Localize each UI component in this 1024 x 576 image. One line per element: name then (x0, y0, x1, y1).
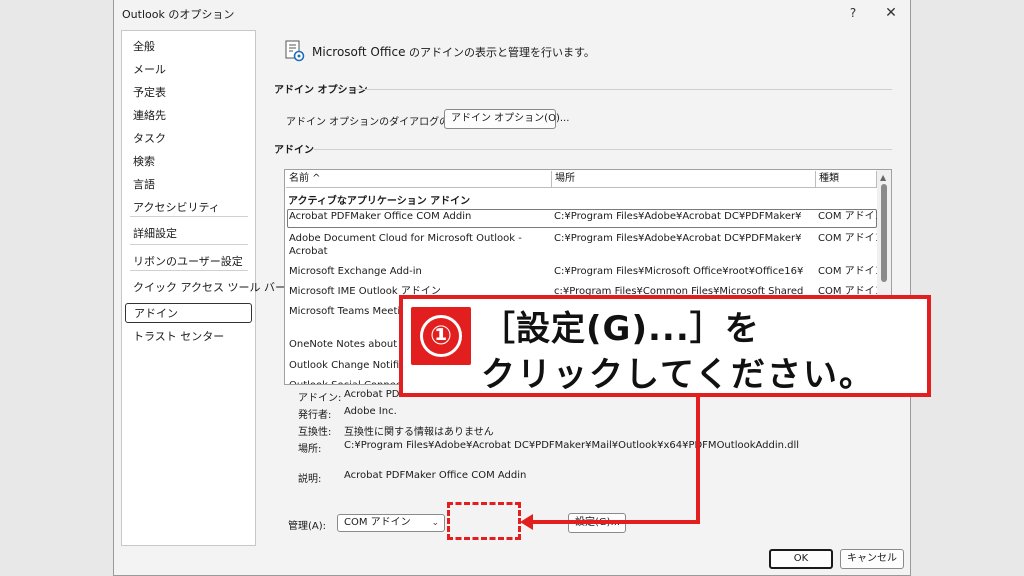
addin-location-cell: C:¥Program Files¥Adobe¥Acrobat DC¥PDFMak… (554, 211, 802, 222)
nav-item[interactable]: 予定表 (125, 83, 252, 103)
column-header-type[interactable]: 種類 (816, 171, 877, 188)
addin-options-section-title: アドイン オプション (274, 85, 368, 96)
detail-publisher-label: 発行者: (298, 410, 332, 421)
addin-type-cell: COM アドイン (818, 266, 878, 277)
header-prefix: Microsoft Office (312, 45, 406, 59)
addin-name-cell: Microsoft Exchange Add-in (289, 266, 422, 277)
nav-item[interactable]: タスク (125, 129, 252, 149)
window-title: Outlook のオプション (122, 8, 235, 21)
chevron-down-icon: ⌄ (431, 518, 439, 528)
callout-text-line1: ［設定(G)...］を (481, 309, 760, 349)
detail-addin-label: アドイン: (298, 393, 342, 404)
nav-item[interactable]: 検索 (125, 152, 252, 172)
manage-label: 管理(A): (288, 521, 327, 532)
options-dialog: Outlook のオプション ? ✕ 全般メール予定表連絡先タスク検索言語アクセ… (113, 0, 911, 576)
detail-description-label: 説明: (298, 474, 322, 485)
addins-panel: Microsoft Office のアドインの表示と管理を行います。 アドイン … (274, 30, 894, 550)
callout-arrow-vertical (696, 397, 700, 524)
scroll-up-icon[interactable]: ▲ (880, 173, 886, 182)
nav-item[interactable]: クイック アクセス ツール バー (125, 278, 286, 298)
scroll-thumb[interactable] (881, 184, 887, 282)
category-nav: 全般メール予定表連絡先タスク検索言語アクセシビリティ 詳細設定リボンのユーザー設定… (121, 30, 286, 546)
manage-select[interactable]: COM アドイン ⌄ (337, 514, 445, 532)
nav-item[interactable]: メール (125, 60, 252, 80)
nav-item[interactable]: 全般 (125, 37, 252, 57)
cancel-button[interactable]: キャンセル (840, 549, 904, 569)
ok-button[interactable]: OK (769, 549, 833, 569)
instruction-callout: ① ［設定(G)...］を クリックしてください。 (399, 295, 931, 397)
addin-type-cell: COM アドイン (818, 211, 878, 222)
addin-options-button[interactable]: アドイン オプション(O)... (444, 109, 569, 129)
detail-publisher-value: Adobe Inc. (344, 406, 397, 417)
addin-location-cell: C:¥Program Files¥Adobe¥Acrobat DC¥PDFMak… (554, 233, 802, 244)
addin-name-cell: Adobe Document Cloud for Microsoft Outlo… (289, 233, 522, 257)
nav-item[interactable]: 連絡先 (125, 106, 252, 126)
nav-item[interactable]: 詳細設定 (125, 224, 252, 244)
section-divider (314, 149, 892, 150)
callout-arrow-horizontal (530, 520, 700, 524)
detail-description-value: Acrobat PDFMaker Office COM Addin (344, 470, 527, 481)
nav-item[interactable]: トラスト センター (125, 327, 252, 347)
detail-location-value: C:¥Program Files¥Adobe¥Acrobat DC¥PDFMak… (344, 440, 800, 451)
addins-section-title: アドイン (274, 145, 314, 156)
help-button[interactable]: ? (842, 3, 864, 23)
addin-name-cell: Acrobat PDFMaker Office COM Addin (289, 211, 472, 222)
close-button[interactable]: ✕ (880, 3, 902, 23)
step-number: ① (420, 315, 462, 357)
nav-item[interactable]: アクセシビリティ (125, 198, 252, 218)
section-divider (356, 89, 892, 90)
addin-settings-icon (285, 40, 305, 62)
callout-text-line2: クリックしてください。 (481, 355, 875, 395)
column-header-location[interactable]: 場所 (552, 171, 816, 188)
callout-arrow-head-icon (520, 514, 533, 530)
addin-location-cell: C:¥Program Files¥Microsoft Office¥root¥O… (554, 266, 804, 277)
detail-compat-value: 互換性に関する情報はありません (344, 427, 494, 438)
detail-location-label: 場所: (298, 444, 322, 455)
highlight-settings-button-outline (447, 502, 521, 540)
header-suffix: のアドインの表示と管理を行います。 (405, 46, 595, 59)
page-header: Microsoft Office のアドインの表示と管理を行います。 (312, 44, 595, 60)
manage-select-value: COM アドイン (344, 517, 411, 528)
nav-item[interactable]: アドイン (125, 303, 252, 323)
step-badge: ① (411, 307, 471, 365)
detail-compat-label: 互換性: (298, 427, 332, 438)
title-bar: Outlook のオプション ? ✕ (114, 0, 910, 26)
addin-type-cell: COM アドイン (818, 233, 878, 244)
active-addins-group-header: アクティブなアプリケーション アドイン (288, 196, 471, 207)
column-header-name[interactable]: 名前 ^ (286, 171, 552, 188)
nav-separator (130, 244, 248, 245)
nav-item[interactable]: 言語 (125, 175, 252, 195)
nav-item[interactable]: リボンのユーザー設定 (125, 252, 252, 272)
